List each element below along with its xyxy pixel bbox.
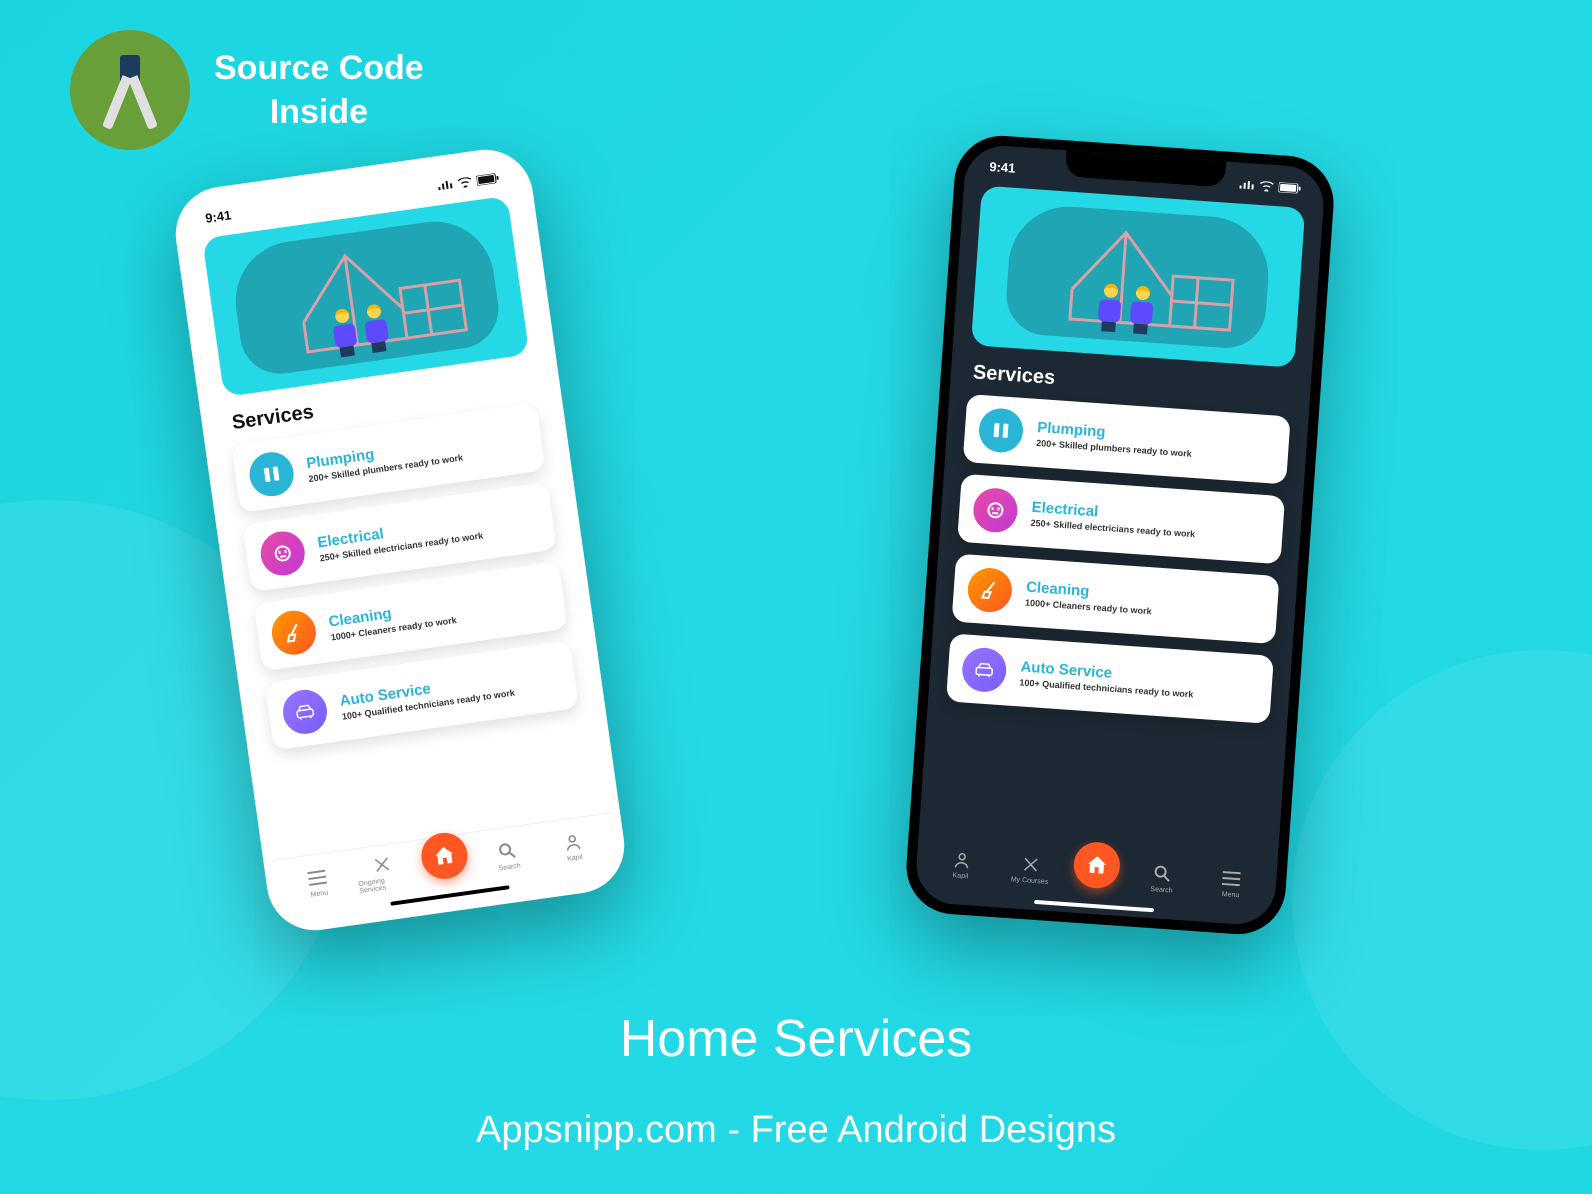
search-icon — [1152, 863, 1173, 884]
worker-icon — [327, 307, 361, 358]
header-badge: Source Code Inside — [70, 30, 424, 150]
bottom-nav: Menu Ongoing Services Search Kapil — [271, 812, 621, 927]
hero-illustration — [202, 196, 529, 397]
electrical-icon — [258, 529, 308, 579]
status-icons — [436, 172, 499, 191]
cleaning-icon — [269, 608, 319, 658]
nav-home[interactable] — [1072, 841, 1121, 890]
hero-illustration — [971, 186, 1305, 368]
service-card-electrical[interactable]: Electrical250+ Skilled electricians read… — [957, 474, 1285, 564]
nav-profile[interactable]: Kapil — [545, 828, 601, 865]
status-icons — [1238, 179, 1301, 193]
nav-menu[interactable]: Menu — [1204, 867, 1258, 901]
worker-icon — [1126, 285, 1157, 335]
nav-home[interactable] — [418, 829, 470, 881]
nav-courses[interactable]: My Courses — [1003, 853, 1057, 887]
plumbing-icon — [247, 449, 297, 499]
user-icon — [951, 849, 972, 870]
search-icon — [496, 839, 519, 862]
auto-icon — [961, 646, 1008, 693]
user-icon — [561, 830, 584, 853]
header-line1: Source Code — [214, 46, 424, 90]
tools-icon — [371, 853, 394, 876]
nav-profile[interactable]: Kapil — [934, 848, 988, 882]
phone-mockup-dark: 9:41 Services Plumping200+ Skilled plu — [903, 133, 1336, 938]
worker-icon — [1094, 283, 1125, 333]
service-card-cleaning[interactable]: Cleaning1000+ Cleaners ready to work — [952, 554, 1280, 644]
nav-ongoing[interactable]: Ongoing Services — [355, 851, 412, 895]
electrical-icon — [972, 487, 1019, 534]
status-time: 9:41 — [204, 207, 232, 225]
status-time: 9:41 — [989, 159, 1016, 176]
auto-icon — [280, 687, 330, 737]
android-studio-logo — [70, 30, 190, 150]
plumbing-icon — [978, 407, 1025, 454]
caption-sub: Appsnipp.com - Free Android Designs — [476, 1109, 1116, 1152]
tools-icon — [1020, 854, 1041, 875]
bottom-nav: Kapil My Courses Search Menu — [914, 834, 1278, 927]
nav-search[interactable]: Search — [480, 837, 536, 874]
caption-main: Home Services — [620, 1009, 973, 1069]
menu-icon — [306, 866, 329, 889]
service-card-auto[interactable]: Auto Service100+ Qualified technicians r… — [946, 633, 1274, 723]
cleaning-icon — [966, 567, 1013, 614]
nav-search[interactable]: Search — [1135, 862, 1189, 896]
menu-icon — [1221, 868, 1242, 889]
home-icon — [1085, 853, 1108, 876]
header-line2: Inside — [214, 90, 424, 134]
home-icon — [432, 843, 457, 868]
nav-menu[interactable]: Menu — [290, 864, 346, 901]
